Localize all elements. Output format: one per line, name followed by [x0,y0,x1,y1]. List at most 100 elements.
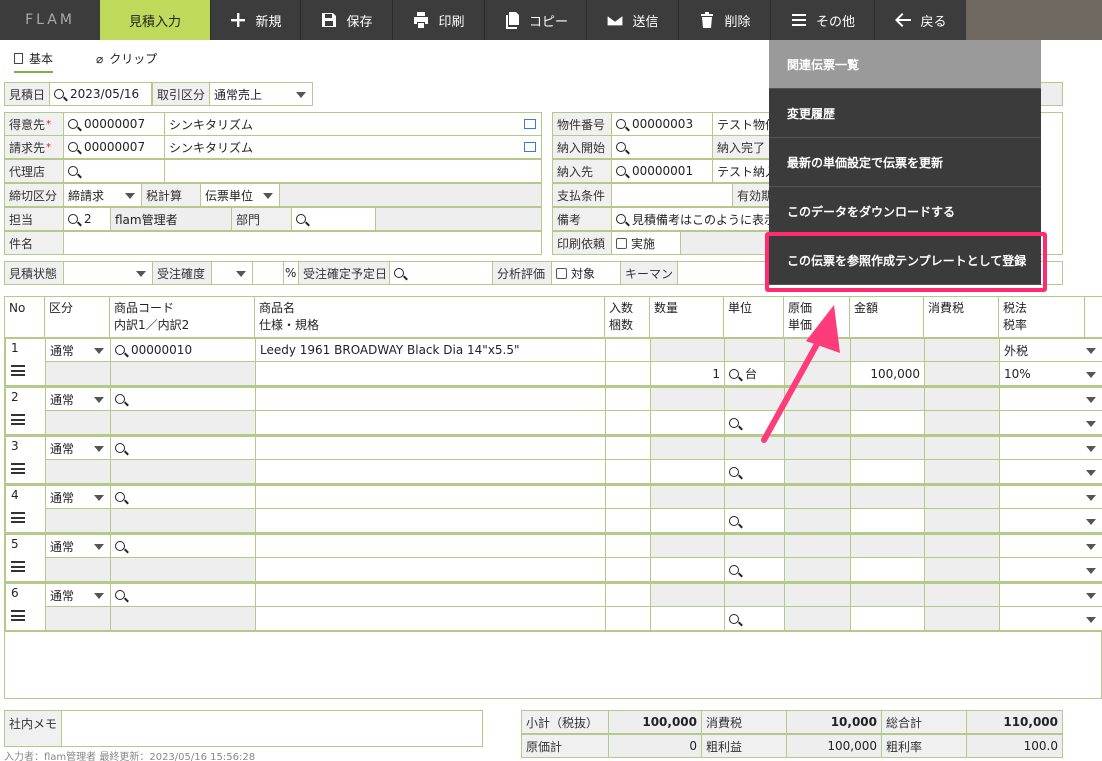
product-code-field[interactable] [110,436,256,460]
qty-field[interactable]: 1 [650,361,725,386]
konsu-field[interactable] [605,410,651,435]
tax-rate-select[interactable] [999,508,1102,533]
spec-field[interactable] [255,508,606,533]
amount-field[interactable] [850,410,925,435]
staff-code-field[interactable]: 2 [63,207,111,231]
hamburger-icon[interactable] [11,512,25,523]
tax-rate-select[interactable] [999,557,1102,582]
qty-field[interactable] [650,557,725,582]
other-button[interactable]: その他 [770,0,874,40]
qty-field[interactable] [650,410,725,435]
tab-clip[interactable]: ⌀ クリップ [96,50,157,67]
amount-field[interactable] [850,606,925,631]
tax-rate-select[interactable] [999,606,1102,631]
customer-code-field[interactable]: 00000007 [63,112,165,136]
konsu-field[interactable] [605,361,651,386]
hamburger-icon[interactable] [11,365,25,376]
tab-estimate-input[interactable]: 見積入力 [100,0,210,40]
agent-code-field[interactable] [63,159,165,183]
order-conf-select[interactable] [211,261,253,285]
unit-field[interactable] [724,606,785,631]
order-date-field[interactable] [389,261,493,285]
new-button[interactable]: 新規 [210,0,300,40]
customer-name-field[interactable]: シンキタリズム [164,112,542,136]
product-code-field[interactable]: 00000010 [110,338,256,362]
hamburger-icon[interactable] [11,561,25,572]
hamburger-icon[interactable] [11,463,25,474]
billing-name-field[interactable]: シンキタリズム [164,135,542,159]
print-request-checkbox[interactable]: 実施 [611,231,681,255]
tab-basic[interactable]: 基本 [14,50,54,73]
kubun-select[interactable]: 通常 [45,387,111,411]
product-name-field[interactable] [255,436,606,460]
tax-method-select[interactable] [999,485,1102,509]
tax-rate-select[interactable]: 10% [999,361,1102,386]
spec-field[interactable] [255,606,606,631]
menu-item-related-docs[interactable]: 関連伝票一覧 [769,40,1041,89]
product-name-field[interactable] [255,583,606,607]
copy-button[interactable]: コピー [484,0,586,40]
hamburger-icon[interactable] [11,610,25,621]
konsu-field[interactable] [605,557,651,582]
irisu-field[interactable] [605,534,651,558]
amount-field[interactable]: 100,000 [850,361,925,386]
closing-select[interactable]: 締請求 [63,183,142,207]
billing-code-field[interactable]: 00000007 [63,135,165,159]
tax-rate-select[interactable] [999,410,1102,435]
spec-field[interactable] [255,410,606,435]
menu-item-update-prices[interactable]: 最新の単価設定で伝票を更新 [769,138,1041,187]
kubun-select[interactable]: 通常 [45,338,111,362]
product-code-field[interactable] [110,387,256,411]
date-field[interactable]: 2023/05/16 [49,82,152,106]
product-name-field[interactable] [255,485,606,509]
amount-field[interactable] [850,459,925,484]
product-code-field[interactable] [110,583,256,607]
product-code-field[interactable] [110,485,256,509]
back-button[interactable]: 戻る [874,0,966,40]
unit-field[interactable] [724,557,785,582]
dept-code-field[interactable] [291,207,376,231]
send-button[interactable]: 送信 [586,0,678,40]
product-name-field[interactable]: Leedy 1961 BROADWAY Black Dia 14"x5.5" [255,338,606,362]
save-button[interactable]: 保存 [300,0,392,40]
est-status-select[interactable] [63,261,153,285]
lookup-icon[interactable] [524,119,536,129]
delivery-start-field[interactable] [611,135,713,159]
spec-field[interactable] [255,459,606,484]
memo-field[interactable]: 見積備考はこのように表示 [611,207,772,231]
kubun-select[interactable]: 通常 [45,583,111,607]
qty-field[interactable] [650,606,725,631]
tax-method-select[interactable] [999,583,1102,607]
payment-field[interactable] [611,183,733,207]
tax-method-select[interactable] [999,387,1102,411]
amount-field[interactable] [850,508,925,533]
tax-calc-select[interactable]: 伝票単位 [200,183,280,207]
order-conf-value[interactable] [252,261,284,285]
property-code-field[interactable]: 00000003 [611,112,713,136]
hamburger-icon[interactable] [11,414,25,425]
tax-method-select[interactable] [999,534,1102,558]
spec-field[interactable] [255,361,606,386]
unit-field[interactable] [724,459,785,484]
subject-field[interactable] [63,231,542,255]
menu-item-download[interactable]: このデータをダウンロードする [769,187,1041,236]
analysis-checkbox[interactable]: 対象 [551,261,621,285]
konsu-field[interactable] [605,459,651,484]
kubun-select[interactable]: 通常 [45,436,111,460]
product-name-field[interactable] [255,387,606,411]
irisu-field[interactable] [605,338,651,362]
kubun-select[interactable]: 通常 [45,485,111,509]
amount-field[interactable] [850,557,925,582]
product-code-field[interactable] [110,534,256,558]
keyman-field[interactable] [677,261,772,285]
spec-field[interactable] [255,557,606,582]
unit-field[interactable] [724,508,785,533]
lookup-icon[interactable] [524,142,536,152]
kubun-select[interactable]: 通常 [45,534,111,558]
irisu-field[interactable] [605,485,651,509]
delete-button[interactable]: 削除 [678,0,770,40]
qty-field[interactable] [650,508,725,533]
konsu-field[interactable] [605,508,651,533]
irisu-field[interactable] [605,583,651,607]
qty-field[interactable] [650,459,725,484]
